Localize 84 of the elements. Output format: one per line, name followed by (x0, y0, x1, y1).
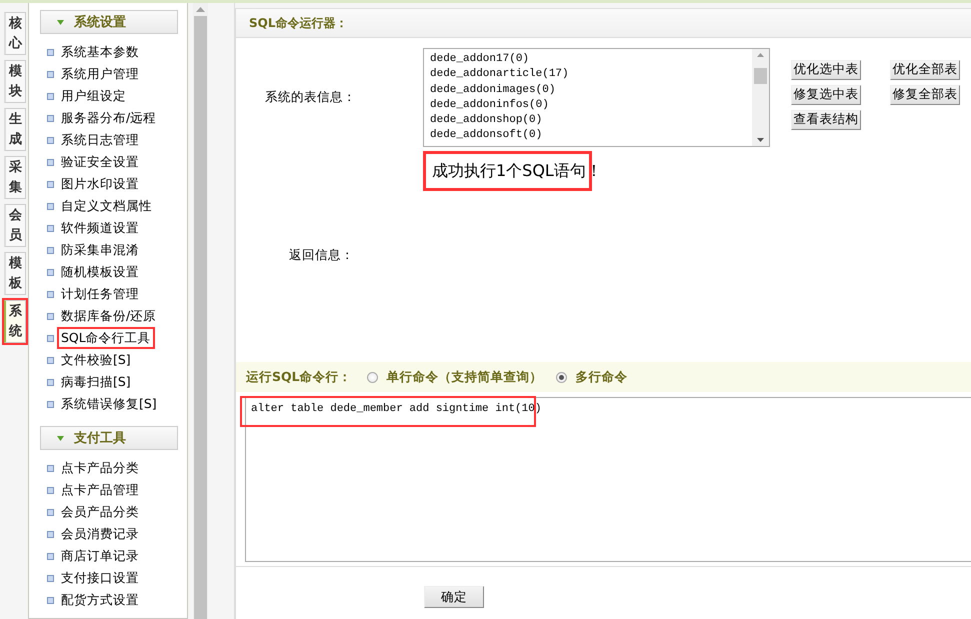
menu-item[interactable]: 配货方式设置 (57, 589, 143, 611)
table-action-button[interactable]: 修复选中表 (791, 84, 861, 104)
menu-item[interactable]: 软件频道设置 (57, 217, 143, 239)
menu-item[interactable]: 计划任务管理 (57, 283, 143, 305)
table-action-button[interactable]: 查看表结构 (791, 110, 861, 130)
menu-section-header[interactable]: 系统设置 (40, 10, 178, 34)
list-option[interactable]: dede_addonimages(0) (430, 82, 752, 98)
menu-item[interactable]: 商店订单记录 (57, 545, 143, 567)
side-tab[interactable]: 模块 (4, 60, 26, 103)
bar-label: 运行SQL命令行： (246, 368, 352, 386)
bullet-icon (47, 508, 54, 516)
expand-caret-icon (57, 20, 64, 24)
radio-label[interactable]: 单行命令（支持简单查询） (386, 368, 543, 386)
radio-button[interactable] (366, 372, 378, 382)
side-tab[interactable]: 生成 (4, 108, 26, 151)
list-option[interactable]: dede_addonshop(0) (430, 113, 752, 128)
bullet-icon (47, 486, 54, 494)
menu-item[interactable]: 用户组设定 (57, 85, 130, 107)
field-label: 返回信息： (288, 247, 354, 264)
menu-item[interactable]: 点卡产品管理 (57, 479, 143, 501)
list-option[interactable]: dede_addonsoft(0) (430, 128, 752, 144)
bullet-icon (47, 530, 54, 538)
bullet-icon (47, 552, 54, 560)
bullet-icon (47, 378, 54, 386)
side-tab[interactable]: 会员 (4, 204, 26, 247)
section-title: 系统设置 (74, 14, 126, 31)
table-action-button[interactable]: 修复全部表 (890, 84, 960, 104)
expand-caret-icon (57, 436, 64, 440)
list-option[interactable]: dede_addonarticle(17) (430, 67, 752, 83)
bullet-icon (47, 596, 54, 604)
side-tab[interactable]: 系统 (4, 300, 26, 343)
bullet-icon (47, 464, 54, 472)
bullet-icon (47, 92, 54, 100)
menu-item[interactable]: 验证安全设置 (57, 151, 143, 173)
list-scroll-bar[interactable] (752, 49, 769, 146)
menu-item[interactable]: 系统用户管理 (57, 63, 143, 85)
field-label: 系统的表信息： (264, 89, 356, 106)
bullet-icon (47, 136, 54, 144)
table-action-button[interactable]: 优化全部表 (890, 60, 960, 80)
bullet-icon (47, 268, 54, 276)
bullet-icon (47, 356, 54, 364)
menu-item[interactable]: 病毒扫描[S] (57, 371, 135, 393)
table-list[interactable]: dede_addon17(0) dede_addonarticle(17) dede_addonimages(0) dede_addoninfos(0) dede_addonshop(0) dede_addonsoft(0) (423, 48, 770, 147)
bullet-icon (47, 70, 54, 78)
menu-item[interactable]: 随机模板设置 (57, 261, 143, 283)
side-tab[interactable]: 模板 (4, 252, 26, 295)
menu-item[interactable]: 图片水印设置 (57, 173, 143, 195)
panel-title: SQL命令运行器： (249, 14, 348, 32)
menu-item[interactable]: 自定义文档属性 (57, 195, 156, 217)
menu-item[interactable]: 系统日志管理 (57, 129, 143, 151)
side-tab[interactable]: 核心 (4, 12, 26, 55)
menu-item[interactable]: 文件校验[S] (57, 349, 135, 371)
menu-item[interactable]: 会员产品分类 (57, 501, 143, 523)
bullet-icon (47, 180, 54, 188)
bullet-icon (47, 334, 54, 342)
submit-button[interactable]: 确定 (424, 586, 484, 608)
list-option[interactable]: dede_addon17(0) (430, 52, 752, 68)
side-tab[interactable]: 采集 (4, 156, 26, 199)
menu-item[interactable]: 系统错误修复[S] (57, 393, 161, 415)
menu-item[interactable]: 支付接口设置 (57, 567, 143, 589)
bullet-icon (47, 312, 54, 320)
section-title: 支付工具 (74, 430, 126, 447)
menu-item[interactable]: 防采集串混淆 (57, 239, 143, 261)
menu-item[interactable]: 点卡产品分类 (57, 457, 143, 479)
menu-item[interactable]: 会员消费记录 (57, 523, 143, 545)
bullet-icon (47, 114, 54, 122)
bullet-icon (47, 202, 54, 210)
bullet-icon (47, 400, 54, 408)
menu-section-header[interactable]: 支付工具 (40, 426, 178, 450)
bullet-icon (47, 224, 54, 232)
menu-item[interactable]: SQL命令行工具 (57, 327, 155, 349)
bullet-icon (47, 158, 54, 166)
menu-item[interactable]: 服务器分布/远程 (57, 107, 160, 129)
menu-item[interactable]: 系统基本参数 (57, 41, 143, 63)
bullet-icon (47, 246, 54, 254)
radio-label[interactable]: 多行命令 (576, 368, 628, 386)
list-option[interactable]: dede_addoninfos(0) (430, 98, 752, 114)
scroll-bar[interactable] (193, 3, 208, 619)
menu-item[interactable]: 数据库备份/还原 (57, 305, 160, 327)
table-action-button[interactable]: 优化选中表 (791, 60, 861, 80)
bullet-icon (47, 290, 54, 298)
radio-button[interactable] (556, 372, 567, 382)
bullet-icon (47, 574, 54, 582)
bullet-icon (47, 48, 54, 56)
